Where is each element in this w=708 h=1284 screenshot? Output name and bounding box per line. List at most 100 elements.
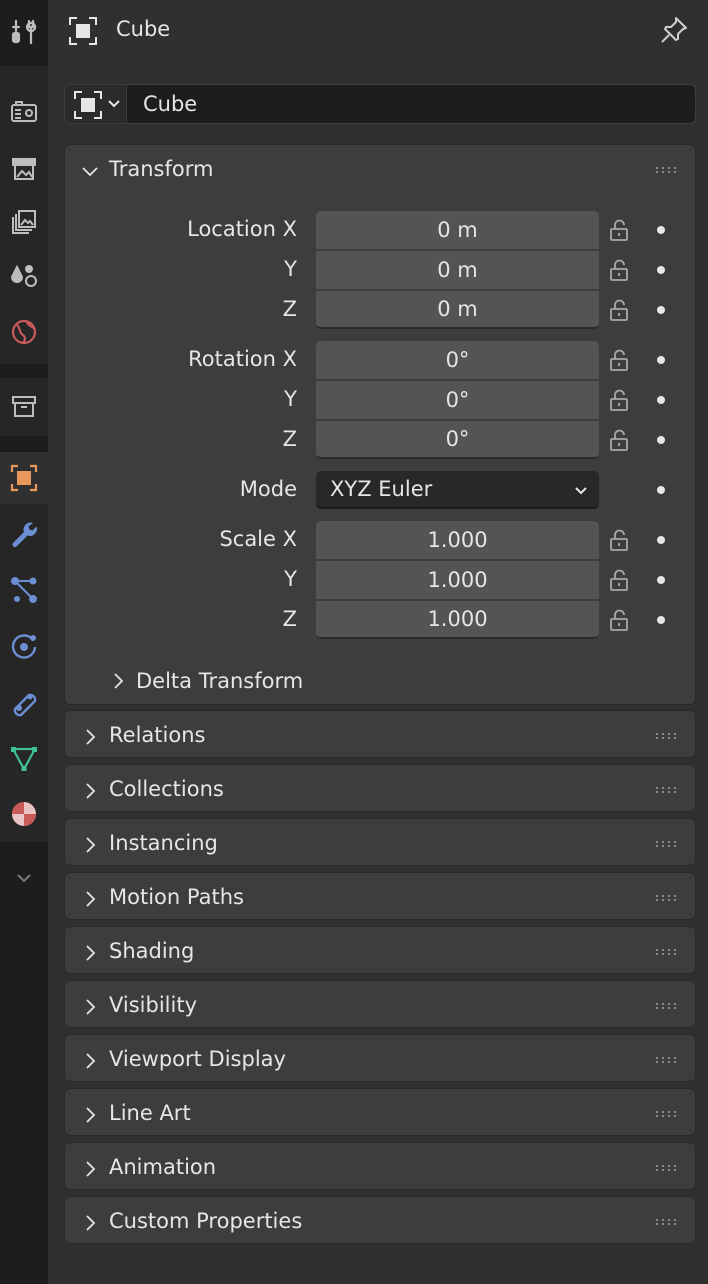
panel-title: Animation bbox=[109, 1155, 217, 1179]
panel-title: Transform bbox=[109, 157, 214, 181]
chevron-right-icon bbox=[114, 673, 124, 689]
panel-title: Visibility bbox=[109, 993, 198, 1017]
drag-handle-icon[interactable] bbox=[655, 1164, 679, 1172]
chevron-down-icon bbox=[108, 100, 120, 108]
tab-output[interactable] bbox=[0, 142, 48, 194]
lock-icon[interactable] bbox=[609, 608, 629, 632]
mesh-data-icon bbox=[11, 747, 37, 772]
location-y-field[interactable]: 0 m bbox=[316, 251, 599, 289]
panel-header-shading[interactable]: Shading bbox=[65, 927, 695, 975]
keyframe-dot-icon[interactable] bbox=[657, 356, 665, 364]
keyframe-dot-icon[interactable] bbox=[657, 616, 665, 624]
keyframe-dot-icon[interactable] bbox=[657, 436, 665, 444]
panel-instancing[interactable]: Instancing bbox=[64, 818, 696, 866]
lock-icon[interactable] bbox=[609, 568, 629, 592]
drag-handle-icon[interactable] bbox=[655, 894, 679, 902]
keyframe-dot-icon[interactable] bbox=[657, 226, 665, 234]
render-icon bbox=[11, 101, 37, 122]
tab-material[interactable] bbox=[0, 788, 48, 840]
panel-title: Line Art bbox=[109, 1101, 191, 1125]
collection-icon bbox=[12, 396, 36, 417]
tab-render[interactable] bbox=[0, 86, 48, 138]
keyframe-dot-icon[interactable] bbox=[657, 576, 665, 584]
pin-icon[interactable] bbox=[658, 14, 690, 46]
panel-line-art[interactable]: Line Art bbox=[64, 1088, 696, 1136]
world-icon bbox=[11, 319, 37, 345]
panel-header-line-art[interactable]: Line Art bbox=[65, 1089, 695, 1137]
location-y-label: Y bbox=[284, 257, 297, 281]
panel-header-instancing[interactable]: Instancing bbox=[65, 819, 695, 867]
chevron-right-icon bbox=[86, 1107, 96, 1123]
tab-more[interactable] bbox=[0, 852, 48, 904]
panel-title: Collections bbox=[109, 777, 224, 801]
keyframe-dot-icon[interactable] bbox=[657, 486, 665, 494]
keyframe-dot-icon[interactable] bbox=[657, 396, 665, 404]
chevron-right-icon bbox=[86, 1053, 96, 1069]
drag-handle-icon[interactable] bbox=[655, 948, 679, 956]
drag-handle-icon[interactable] bbox=[655, 840, 679, 848]
tab-world[interactable] bbox=[0, 306, 48, 358]
panel-viewport-display[interactable]: Viewport Display bbox=[64, 1034, 696, 1082]
panel-header-collections[interactable]: Collections bbox=[65, 765, 695, 813]
drag-handle-icon[interactable] bbox=[655, 1110, 679, 1118]
tab-data[interactable] bbox=[0, 732, 48, 784]
tab-constraints[interactable] bbox=[0, 676, 48, 728]
tab-physics[interactable] bbox=[0, 620, 48, 672]
keyframe-dot-icon[interactable] bbox=[657, 266, 665, 274]
tab-collection[interactable] bbox=[0, 380, 48, 432]
lock-icon[interactable] bbox=[609, 258, 629, 282]
lock-icon[interactable] bbox=[609, 388, 629, 412]
lock-icon[interactable] bbox=[609, 348, 629, 372]
panel-header-motion-paths[interactable]: Motion Paths bbox=[65, 873, 695, 921]
panel-custom-properties[interactable]: Custom Properties bbox=[64, 1196, 696, 1244]
tab-view-layer[interactable] bbox=[0, 196, 48, 248]
rotation-x-field[interactable]: 0° bbox=[316, 341, 599, 379]
material-icon bbox=[12, 802, 36, 826]
location-x-field[interactable]: 0 m bbox=[316, 211, 599, 249]
panel-shading[interactable]: Shading bbox=[64, 926, 696, 974]
rotation-z-field[interactable]: 0° bbox=[316, 421, 599, 459]
panel-motion-paths[interactable]: Motion Paths bbox=[64, 872, 696, 920]
scale-y-label: Y bbox=[284, 567, 297, 591]
panel-header-custom-properties[interactable]: Custom Properties bbox=[65, 1197, 695, 1245]
panel-header-relations[interactable]: Relations bbox=[65, 711, 695, 759]
panel-animation[interactable]: Animation bbox=[64, 1142, 696, 1190]
tab-modifiers[interactable] bbox=[0, 508, 48, 560]
drag-handle-icon[interactable] bbox=[655, 732, 679, 740]
drag-handle-icon[interactable] bbox=[655, 1218, 679, 1226]
tab-object[interactable] bbox=[0, 452, 48, 504]
drag-handle-icon[interactable] bbox=[655, 166, 679, 174]
panel-header-visibility[interactable]: Visibility bbox=[65, 981, 695, 1029]
drag-handle-icon[interactable] bbox=[655, 786, 679, 794]
drag-handle-icon[interactable] bbox=[655, 1056, 679, 1064]
scale-y-field[interactable]: 1.000 bbox=[316, 561, 599, 599]
lock-icon[interactable] bbox=[609, 218, 629, 242]
lock-icon[interactable] bbox=[609, 428, 629, 452]
rotation-y-field[interactable]: 0° bbox=[316, 381, 599, 419]
chevron-right-icon bbox=[86, 837, 96, 853]
location-z-field[interactable]: 0 m bbox=[316, 291, 599, 329]
keyframe-dot-icon[interactable] bbox=[657, 536, 665, 544]
panel-relations[interactable]: Relations bbox=[64, 710, 696, 758]
panel-header-transform[interactable]: Transform bbox=[65, 145, 695, 193]
rotation-mode-dropdown[interactable]: XYZ Euler bbox=[316, 471, 599, 509]
tab-scene[interactable] bbox=[0, 250, 48, 302]
keyframe-dot-icon[interactable] bbox=[657, 306, 665, 314]
scale-x-field[interactable]: 1.000 bbox=[316, 521, 599, 559]
lock-icon[interactable] bbox=[609, 528, 629, 552]
panel-collections[interactable]: Collections bbox=[64, 764, 696, 812]
wrench-icon bbox=[12, 522, 37, 547]
scale-z-field[interactable]: 1.000 bbox=[316, 601, 599, 639]
object-type-dropdown[interactable] bbox=[65, 85, 127, 123]
drag-handle-icon[interactable] bbox=[655, 1002, 679, 1010]
panel-header-animation[interactable]: Animation bbox=[65, 1143, 695, 1191]
tab-tool[interactable] bbox=[0, 6, 48, 58]
output-icon bbox=[12, 158, 36, 180]
tab-particles[interactable] bbox=[0, 564, 48, 616]
lock-icon[interactable] bbox=[609, 298, 629, 322]
subpanel-header-delta-transform[interactable]: Delta Transform bbox=[65, 661, 695, 701]
panel-visibility[interactable]: Visibility bbox=[64, 980, 696, 1028]
object-name-field[interactable]: Cube bbox=[64, 84, 696, 124]
rotation-mode-value: XYZ Euler bbox=[330, 477, 433, 501]
panel-header-viewport-display[interactable]: Viewport Display bbox=[65, 1035, 695, 1083]
